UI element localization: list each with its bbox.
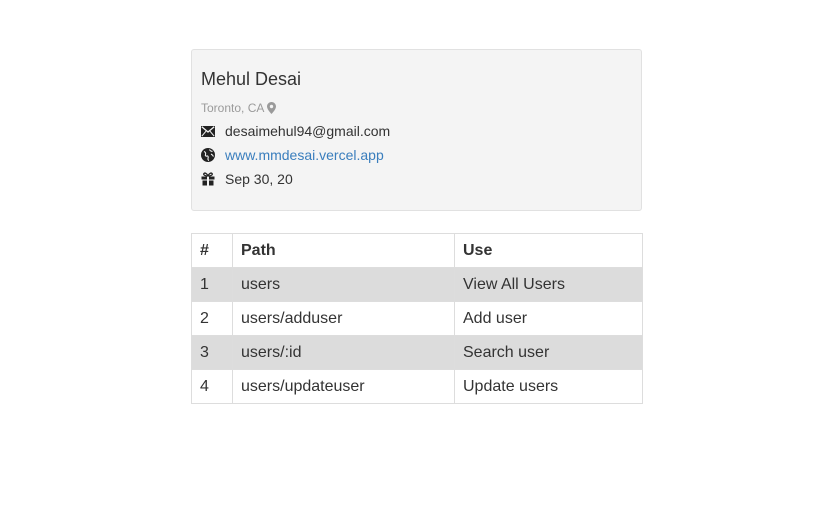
location-text: Toronto, CA <box>201 101 265 115</box>
cell-number: 2 <box>191 301 233 336</box>
map-marker-icon <box>267 102 277 114</box>
cell-use: Search user <box>454 335 643 370</box>
header-number: # <box>191 233 233 268</box>
email-row: desaimehul94@gmail.com <box>201 123 390 139</box>
profile-name: Mehul Desai <box>201 69 302 89</box>
table-row: 4 users/updateuser Update users <box>191 369 643 404</box>
table-row: 3 users/:id Search user <box>191 335 643 370</box>
globe-icon <box>201 147 217 163</box>
email-text: desaimehul94@gmail.com <box>225 123 391 139</box>
website-row: www.mmdesai.vercel.app <box>201 147 384 163</box>
birthday-row: Sep 30, 20 <box>201 171 293 187</box>
table-header-row: # Path Use <box>191 233 643 268</box>
cell-number: 3 <box>191 335 233 370</box>
envelope-icon <box>201 123 217 139</box>
table-row: 2 users/adduser Add user <box>191 301 643 336</box>
cell-use: Update users <box>454 369 643 404</box>
gift-icon <box>201 171 217 187</box>
profile-card: Mehul Desai Toronto, CA desaimehul94@gma… <box>191 49 642 211</box>
cell-path: users/updateuser <box>232 369 455 404</box>
website-link[interactable]: www.mmdesai.vercel.app <box>225 147 384 163</box>
routes-table: # Path Use 1 users View All Users 2 user… <box>191 233 643 404</box>
cell-path: users <box>232 267 455 302</box>
table-row: 1 users View All Users <box>191 267 643 302</box>
cell-use: View All Users <box>454 267 643 302</box>
header-use: Use <box>454 233 643 268</box>
cell-number: 4 <box>191 369 233 404</box>
cell-use: Add user <box>454 301 643 336</box>
birthday-text: Sep 30, 20 <box>225 171 293 187</box>
profile-location: Toronto, CA <box>201 101 277 115</box>
cell-path: users/adduser <box>232 301 455 336</box>
cell-path: users/:id <box>232 335 455 370</box>
header-path: Path <box>232 233 455 268</box>
cell-number: 1 <box>191 267 233 302</box>
